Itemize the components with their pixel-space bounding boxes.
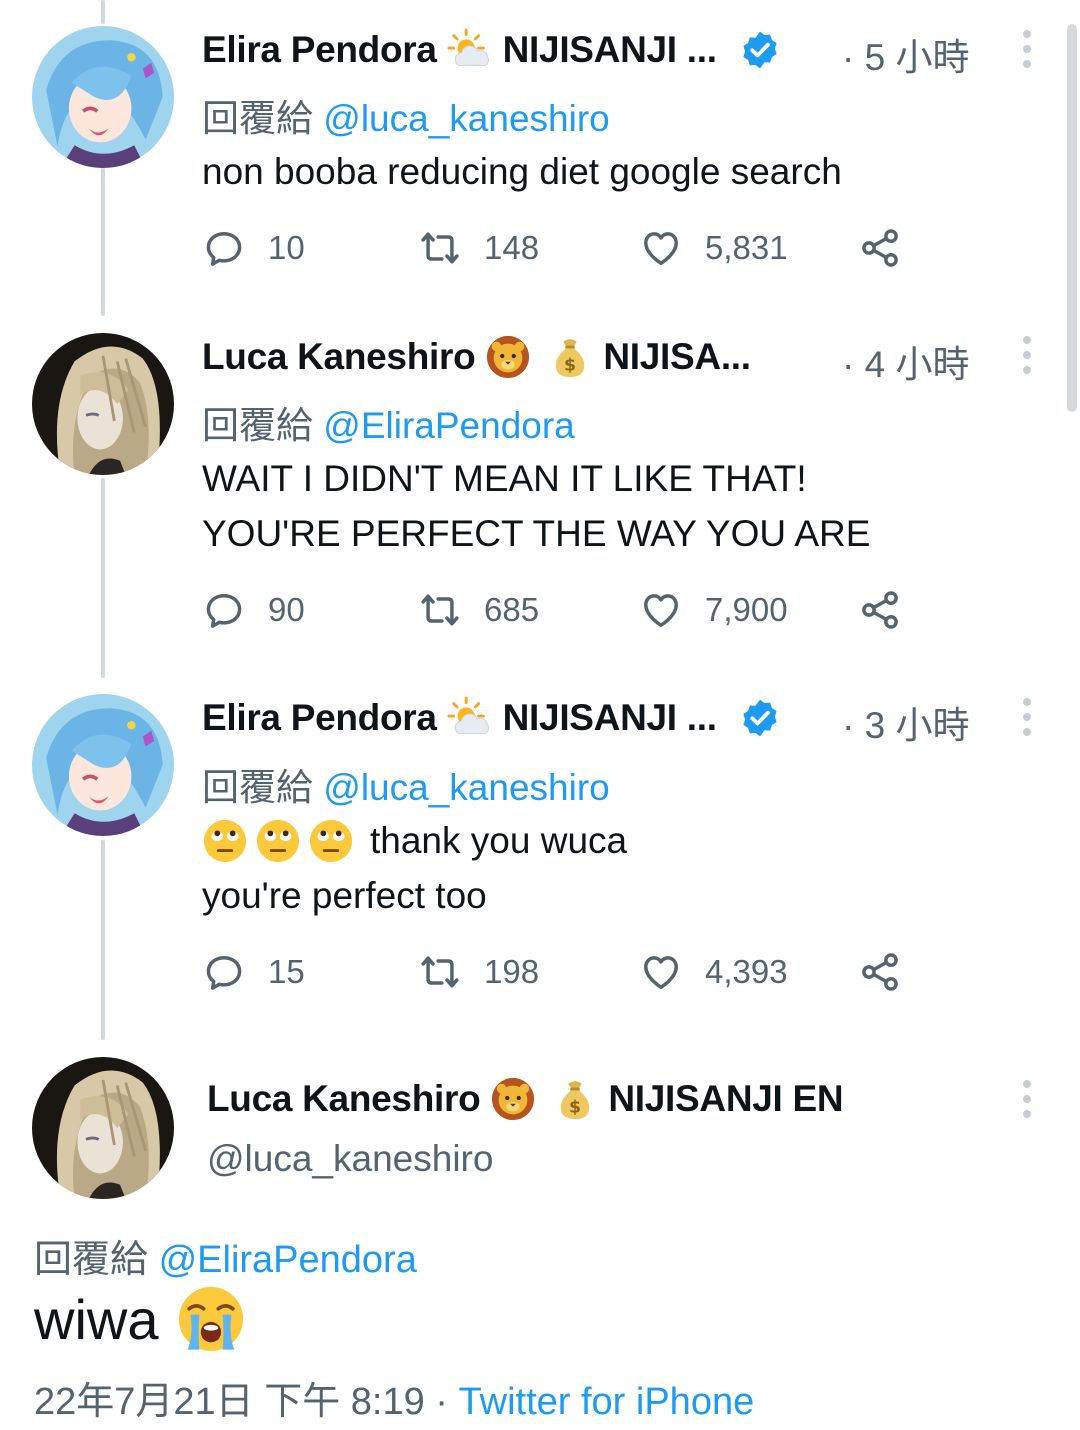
heart-icon <box>639 226 683 270</box>
display-name-affiliation[interactable]: NIJISANJI ... <box>503 697 717 739</box>
like-count: 7,900 <box>705 591 788 628</box>
reply-button[interactable]: 10 <box>202 224 305 272</box>
face-with-rolling-eyes-emoji <box>202 818 248 864</box>
retweet-count: 685 <box>484 591 540 628</box>
retweet-button[interactable]: 148 <box>418 224 539 272</box>
tweet-date[interactable]: 22年7月21日 下午 8:19 · <box>34 1381 448 1423</box>
reply-to-handle[interactable]: @luca_kaneshiro <box>323 767 609 808</box>
tweet-text-line: thank you wuca <box>370 820 628 861</box>
speech-bubble-icon <box>202 950 246 994</box>
retweet-icon <box>418 950 462 994</box>
more-options-icon[interactable] <box>1020 1080 1034 1120</box>
tweet-source[interactable]: Twitter for iPhone <box>459 1381 755 1423</box>
avatar[interactable] <box>32 1057 174 1199</box>
reply-to-line: 回覆給 @EliraPendora <box>34 1228 417 1283</box>
tweet-text-line: non booba reducing diet google search <box>202 151 842 192</box>
loudly-crying-face-emoji <box>176 1284 246 1354</box>
reply-to-line: 回覆給 @EliraPendora <box>202 395 575 449</box>
scrollbar[interactable] <box>1067 24 1077 412</box>
lion-face-emoji <box>490 1076 536 1122</box>
tweet-text: non booba reducing diet google search <box>202 144 842 199</box>
reply-to-handle[interactable]: @luca_kaneshiro <box>323 98 609 139</box>
tweet-text-line: you're perfect too <box>202 875 487 916</box>
tweet-text: WAIT I DIDN'T MEAN IT LIKE THAT! YOU'RE … <box>202 451 870 561</box>
tweet-text-line: wiwa <box>34 1287 159 1351</box>
retweet-icon <box>418 226 462 270</box>
retweet-icon <box>418 588 462 632</box>
more-options-icon[interactable] <box>1020 698 1034 738</box>
like-count: 4,393 <box>705 953 788 990</box>
thread-line-1 <box>101 0 105 24</box>
verified-badge-icon <box>739 29 781 71</box>
speech-bubble-icon <box>202 226 246 270</box>
like-button[interactable]: 5,831 <box>639 224 788 272</box>
reply-to-label: 回覆給 <box>202 98 313 139</box>
avatar[interactable] <box>32 694 174 836</box>
share-icon <box>858 950 902 994</box>
reply-count: 10 <box>268 229 305 266</box>
face-with-rolling-eyes-emoji <box>308 818 354 864</box>
display-name[interactable]: Elira Pendora <box>202 697 437 739</box>
money-bag-emoji <box>552 1076 598 1122</box>
display-name-affiliation[interactable]: NIJISANJI EN <box>608 1078 843 1120</box>
retweet-count: 198 <box>484 953 540 990</box>
retweet-count: 148 <box>484 229 540 266</box>
reply-count: 90 <box>268 591 305 628</box>
reply-to-line: 回覆給 @luca_kaneshiro <box>202 757 610 811</box>
like-button[interactable]: 4,393 <box>639 948 788 996</box>
display-name-affiliation[interactable]: NIJISA... <box>603 336 751 378</box>
display-name[interactable]: Luca Kaneshiro <box>202 336 476 378</box>
tweet-timestamp[interactable]: · 3 小時 <box>842 695 969 749</box>
speech-bubble-icon <box>202 588 246 632</box>
share-button[interactable] <box>858 948 902 996</box>
verified-badge-icon <box>739 697 781 739</box>
tweet-timestamp[interactable]: · 4 小時 <box>842 334 969 388</box>
share-button[interactable] <box>858 224 902 272</box>
reply-to-label: 回覆給 <box>34 1239 149 1281</box>
thread-line-4 <box>101 840 105 1040</box>
face-with-rolling-eyes-emoji <box>255 818 301 864</box>
share-icon <box>858 226 902 270</box>
tweet-timestamp[interactable]: · 5 小時 <box>842 27 969 81</box>
reply-button[interactable]: 15 <box>202 948 305 996</box>
like-button[interactable]: 7,900 <box>639 586 788 634</box>
heart-icon <box>639 588 683 632</box>
lion-face-emoji <box>485 334 531 380</box>
reply-to-label: 回覆給 <box>202 767 313 808</box>
avatar[interactable] <box>32 26 174 168</box>
tweet-text-line: WAIT I DIDN'T MEAN IT LIKE THAT! <box>202 458 807 499</box>
reply-to-handle[interactable]: @EliraPendora <box>159 1239 417 1281</box>
thread-line-2 <box>101 168 105 316</box>
avatar[interactable] <box>32 333 174 475</box>
retweet-button[interactable]: 685 <box>418 586 539 634</box>
sun-behind-cloud-emoji <box>447 27 493 73</box>
display-name[interactable]: Luca Kaneshiro <box>207 1078 481 1120</box>
tweet-text-line: YOU'RE PERFECT THE WAY YOU ARE <box>202 513 871 554</box>
more-options-icon[interactable] <box>1020 30 1034 70</box>
sun-behind-cloud-emoji <box>447 695 493 741</box>
reply-to-label: 回覆給 <box>202 405 313 446</box>
tweet-meta: 22年7月21日 下午 8:19 · Twitter for iPhone <box>34 1370 754 1425</box>
display-name-affiliation[interactable]: NIJISANJI ... <box>503 29 717 71</box>
reply-to-handle[interactable]: @EliraPendora <box>323 405 574 446</box>
tweet-actions: 90 685 7,900 <box>202 586 922 634</box>
tweet-text: wiwa <box>34 1284 246 1354</box>
display-name[interactable]: Elira Pendora <box>202 29 437 71</box>
retweet-button[interactable]: 198 <box>418 948 539 996</box>
user-handle[interactable]: @luca_kaneshiro <box>207 1138 493 1180</box>
share-icon <box>858 588 902 632</box>
money-bag-emoji <box>547 334 593 380</box>
reply-button[interactable]: 90 <box>202 586 305 634</box>
heart-icon <box>639 950 683 994</box>
reply-to-line: 回覆給 @luca_kaneshiro <box>202 88 610 142</box>
share-button[interactable] <box>858 586 902 634</box>
tweet-actions: 10 148 5,831 <box>202 224 922 272</box>
more-options-icon[interactable] <box>1020 336 1034 376</box>
tweet-actions: 15 198 4,393 <box>202 948 922 996</box>
like-count: 5,831 <box>705 229 788 266</box>
tweet-text: thank you wuca you're perfect too <box>202 813 627 923</box>
thread-line-3 <box>101 478 105 678</box>
reply-count: 15 <box>268 953 305 990</box>
